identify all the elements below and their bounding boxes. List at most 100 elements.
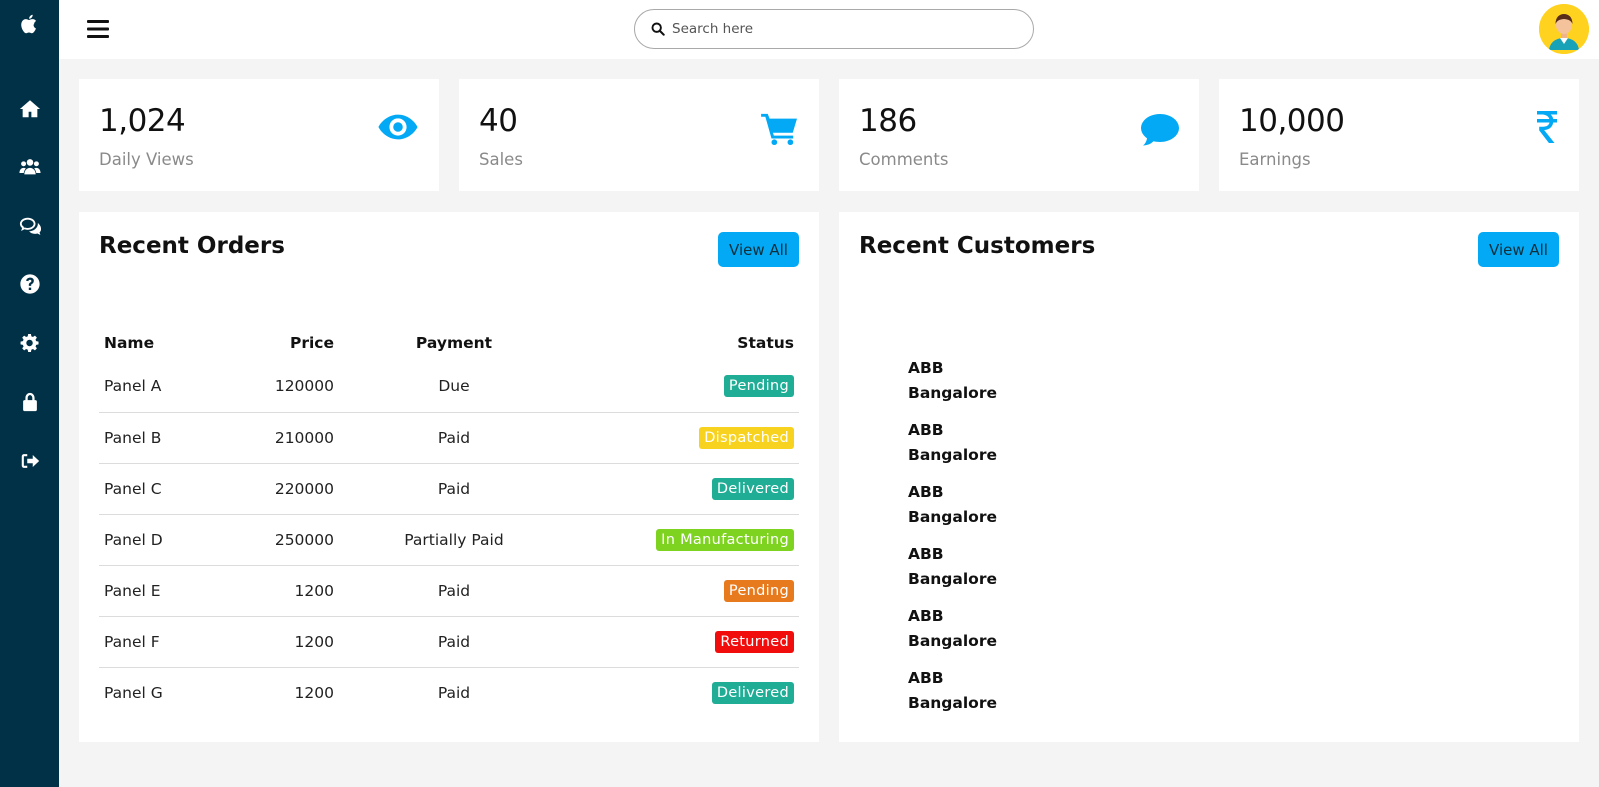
sidebar-item-sign-out[interactable] bbox=[0, 445, 59, 477]
customer-city: Bangalore bbox=[908, 508, 997, 526]
menu-toggle-button[interactable] bbox=[85, 16, 111, 42]
stat-card-comments: 186 Comments bbox=[839, 79, 1199, 191]
order-name: Panel F bbox=[99, 616, 239, 668]
hamburger-icon bbox=[87, 20, 109, 38]
customer-name: ABB bbox=[908, 669, 944, 687]
home-icon bbox=[19, 100, 40, 118]
status-badge: Pending bbox=[723, 579, 794, 602]
orders-table: Name Price Payment Status Panel A 120000… bbox=[99, 325, 799, 718]
list-item[interactable]: ABB Bangalore bbox=[908, 666, 997, 716]
list-item[interactable]: ABB Bangalore bbox=[908, 356, 997, 406]
recent-customers-title: Recent Customers bbox=[859, 233, 1096, 259]
table-row[interactable]: Panel D 250000 Partially Paid In Manufac… bbox=[99, 514, 799, 566]
sign-out-icon bbox=[21, 454, 39, 468]
recent-orders-title: Recent Orders bbox=[99, 233, 285, 259]
stat-label: Earnings bbox=[1239, 150, 1311, 169]
order-payment: Paid bbox=[437, 683, 471, 702]
order-price: 120000 bbox=[239, 361, 339, 413]
order-price: 210000 bbox=[239, 412, 339, 464]
list-item[interactable]: ABB Bangalore bbox=[908, 480, 997, 530]
status-badge: Pending bbox=[723, 375, 794, 398]
status-badge: Delivered bbox=[711, 477, 794, 500]
search-box bbox=[634, 9, 1034, 49]
customer-city: Bangalore bbox=[908, 384, 997, 402]
customer-city: Bangalore bbox=[908, 632, 997, 650]
chat-icon bbox=[1139, 112, 1181, 148]
list-item[interactable]: ABB Bangalore bbox=[908, 542, 997, 592]
order-payment: Partially Paid bbox=[339, 514, 569, 566]
eye-icon bbox=[377, 111, 419, 143]
table-row[interactable]: Panel E 1200 Paid Pending bbox=[99, 565, 799, 617]
order-payment: Paid bbox=[339, 616, 569, 668]
stat-number: 10,000 bbox=[1239, 103, 1345, 139]
apple-logo-icon[interactable] bbox=[0, 8, 59, 40]
topbar bbox=[59, 0, 1599, 59]
order-payment: Paid bbox=[339, 412, 569, 464]
search-input[interactable] bbox=[672, 21, 1012, 37]
stat-card-daily-views: 1,024 Daily Views bbox=[79, 79, 439, 191]
table-row[interactable]: Panel G 1200 Paid Delivered bbox=[99, 667, 799, 718]
stat-label: Sales bbox=[479, 150, 523, 169]
order-payment: Paid bbox=[339, 565, 569, 617]
status-badge: Returned bbox=[715, 630, 794, 653]
sidebar-item-help[interactable] bbox=[0, 268, 59, 300]
order-name: Panel E bbox=[99, 565, 239, 617]
customers-view-all-button[interactable]: View All bbox=[1478, 232, 1559, 267]
order-name: Panel D bbox=[99, 514, 239, 566]
orders-view-all-button[interactable]: View All bbox=[718, 232, 799, 267]
list-item[interactable]: ABB Bangalore bbox=[908, 604, 997, 654]
cart-icon bbox=[761, 112, 799, 146]
table-row[interactable]: Panel C 220000 Paid Delivered bbox=[99, 463, 799, 515]
column-header-name: Name bbox=[104, 334, 155, 352]
stat-label: Daily Views bbox=[99, 150, 194, 169]
comments-icon bbox=[19, 217, 41, 235]
order-price: 250000 bbox=[239, 514, 339, 566]
order-name: Panel C bbox=[99, 463, 239, 515]
user-avatar-icon bbox=[1539, 4, 1589, 54]
rupee-icon bbox=[1535, 109, 1559, 145]
table-row[interactable]: Panel A 120000 Due Pending bbox=[99, 361, 799, 413]
column-header-payment: Payment bbox=[415, 334, 493, 352]
customer-name: ABB bbox=[908, 483, 944, 501]
table-row[interactable]: Panel B 210000 Paid Dispatched bbox=[99, 412, 799, 464]
customer-city: Bangalore bbox=[908, 694, 997, 712]
sidebar-item-home[interactable] bbox=[0, 93, 59, 125]
recent-customers-panel: Recent Customers View All ABB Bangalore … bbox=[839, 212, 1579, 742]
sidebar bbox=[0, 0, 59, 787]
stat-number: 186 bbox=[859, 103, 917, 139]
sidebar-item-messages[interactable] bbox=[0, 210, 59, 242]
recent-orders-panel: Recent Orders View All Name Price Paymen… bbox=[79, 212, 819, 742]
status-badge: Delivered bbox=[711, 681, 794, 704]
order-price: 1200 bbox=[239, 616, 339, 668]
table-header-row: Name Price Payment Status bbox=[99, 325, 799, 361]
order-payment: Due bbox=[339, 361, 569, 413]
avatar[interactable] bbox=[1539, 4, 1589, 54]
customer-city: Bangalore bbox=[908, 446, 997, 464]
gear-icon bbox=[20, 334, 39, 352]
sidebar-item-settings[interactable] bbox=[0, 327, 59, 359]
customer-name: ABB bbox=[908, 607, 944, 625]
customer-name: ABB bbox=[908, 545, 944, 563]
search-icon bbox=[651, 22, 665, 36]
status-badge: Dispatched bbox=[699, 426, 794, 449]
help-icon bbox=[19, 274, 40, 294]
table-row[interactable]: Panel F 1200 Paid Returned bbox=[99, 616, 799, 668]
list-item[interactable]: ABB Bangalore bbox=[908, 418, 997, 468]
stat-number: 40 bbox=[479, 103, 518, 139]
users-icon bbox=[18, 159, 41, 175]
order-price: 1200 bbox=[294, 683, 334, 702]
stat-label: Comments bbox=[859, 150, 949, 169]
customer-name: ABB bbox=[908, 421, 944, 439]
column-header-price: Price bbox=[289, 334, 334, 352]
stat-card-sales: 40 Sales bbox=[459, 79, 819, 191]
order-price: 1200 bbox=[239, 565, 339, 617]
order-name: Panel G bbox=[104, 683, 163, 702]
customer-city: Bangalore bbox=[908, 570, 997, 588]
lock-icon bbox=[22, 392, 37, 412]
order-name: Panel A bbox=[99, 361, 239, 413]
stat-card-earnings: 10,000 Earnings bbox=[1219, 79, 1579, 191]
sidebar-item-customers[interactable] bbox=[0, 151, 59, 183]
column-header-status: Status bbox=[737, 334, 794, 352]
customer-name: ABB bbox=[908, 359, 944, 377]
sidebar-item-password[interactable] bbox=[0, 386, 59, 418]
